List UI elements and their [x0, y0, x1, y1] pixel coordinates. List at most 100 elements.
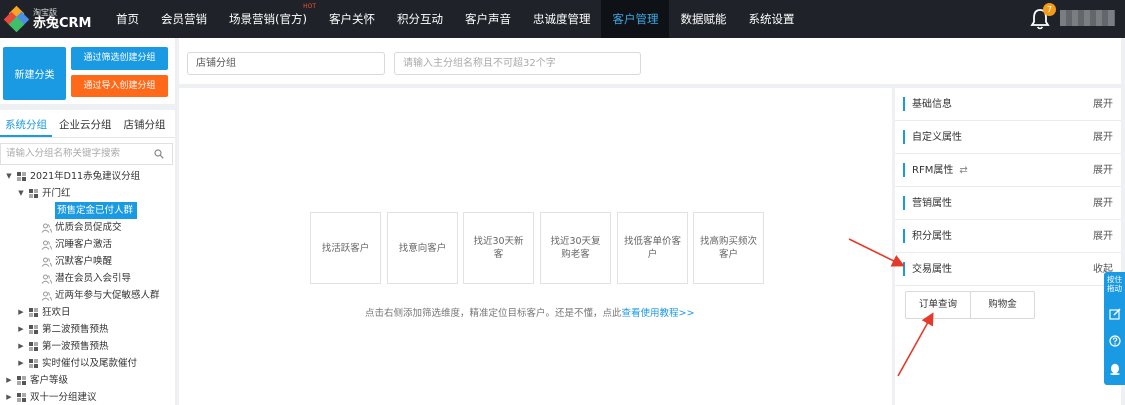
caret-right-icon[interactable]: ▶ — [16, 321, 26, 338]
folder-group-icon — [17, 171, 27, 182]
group-name-input[interactable]: 请输入主分组名称且不可超32个字 — [394, 52, 641, 75]
quick-filter-card[interactable]: 找近30天复购老客 — [540, 212, 611, 284]
caret-right-icon[interactable]: ▶ — [16, 355, 26, 372]
tree-node[interactable]: 近两年参与大促敏感人群 — [0, 287, 175, 304]
expand-toggle[interactable]: 展开 — [1093, 88, 1113, 121]
tab-enterprise-cloud-groups[interactable]: 企业云分组 — [54, 114, 117, 137]
tree-node[interactable]: ▼ 开门红 — [0, 185, 175, 202]
qq-chat-icon[interactable] — [1109, 363, 1121, 375]
nav-item-settings[interactable]: 系统设置 — [737, 0, 805, 38]
order-query-button[interactable]: 订单查询 — [905, 291, 971, 319]
help-icon[interactable] — [1109, 335, 1121, 347]
nav-item-data-empower[interactable]: 数据赋能 — [669, 0, 737, 38]
tree-node[interactable]: 优质会员促成交 — [0, 219, 175, 236]
tree-node-label: 近两年参与大促敏感人群 — [55, 290, 160, 301]
user-group-icon — [41, 206, 52, 216]
quick-filter-card[interactable]: 找高购买频次客户 — [693, 212, 764, 284]
quick-filter-card[interactable]: 找近30天新客 — [463, 212, 534, 284]
tree-node-label: 双十一分组建议 — [30, 392, 97, 403]
section-label: 积分属性 — [912, 231, 952, 242]
usage-hint: 点击右侧添加筛选维度，精准定位目标客户。还是不懂，点此查看使用教程>> — [365, 305, 694, 319]
tutorial-link[interactable]: 查看使用教程>> — [622, 308, 695, 319]
edit-icon[interactable] — [1109, 308, 1121, 320]
user-name-blurred[interactable] — [1060, 10, 1115, 26]
swap-icon[interactable]: ⇄ — [959, 165, 967, 176]
section-transaction-attributes[interactable]: 交易属性 收起 — [895, 253, 1121, 286]
caret-right-icon[interactable]: ▶ — [16, 338, 26, 355]
nav-item-customer-management[interactable]: 客户管理 — [601, 0, 670, 38]
tree-node-label: 优质会员促成交 — [55, 222, 122, 233]
folder-group-icon — [17, 375, 27, 386]
tree-node-label: 第一波预售预热 — [42, 341, 109, 352]
tree-node[interactable]: ▶ 第二波预售预热 — [0, 321, 175, 338]
tree-node[interactable]: ▶ 狂欢日 — [0, 304, 175, 321]
nav-item-label: 场景营销(官方) — [229, 12, 307, 26]
tree-node[interactable]: 潜在会员入会引导 — [0, 270, 175, 287]
drag-hint: 按住拖动 — [1107, 275, 1122, 293]
tab-system-groups[interactable]: 系统分组 — [0, 114, 52, 137]
search-icon[interactable] — [154, 149, 164, 159]
tree-node[interactable]: 预售定金已付人群 — [0, 202, 175, 219]
section-custom-attributes[interactable]: 自定义属性 展开 — [895, 121, 1121, 154]
group-type-select[interactable]: 店铺分组 — [187, 52, 385, 75]
filter-create-group-button[interactable]: 通过筛选创建分组 — [71, 47, 168, 70]
caret-right-icon[interactable]: ▶ — [4, 389, 14, 405]
tab-store-groups[interactable]: 店铺分组 — [119, 114, 171, 137]
import-create-group-button[interactable]: 通过导入创建分组 — [71, 75, 168, 97]
nav-item-points[interactable]: 积分互动 — [386, 0, 454, 38]
shopping-gold-button[interactable]: 购物金 — [970, 291, 1035, 319]
caret-right-icon[interactable]: ▶ — [4, 372, 14, 389]
tree-node-label: 开门红 — [42, 188, 71, 199]
expand-toggle[interactable]: 展开 — [1093, 220, 1113, 253]
section-marker — [903, 229, 905, 243]
quick-filter-card[interactable]: 找低客单价客户 — [617, 212, 688, 284]
section-points-attributes[interactable]: 积分属性 展开 — [895, 220, 1121, 253]
logo[interactable]: 淘宝版 赤兔CRM — [0, 0, 105, 38]
tree-node[interactable]: ▶ 双十一分组建议 — [0, 389, 175, 405]
section-rfm-attributes[interactable]: RFM属性 ⇄ 展开 — [895, 154, 1121, 187]
expand-toggle[interactable]: 展开 — [1093, 154, 1113, 187]
section-marker — [903, 97, 905, 111]
tree-node[interactable]: 沉默客户唤醒 — [0, 253, 175, 270]
tree-node[interactable]: 沉睡客户激活 — [0, 236, 175, 253]
left-panel: 新建分类 通过筛选创建分组 通过导入创建分组 系统分组 企业云分组 店铺分组 请… — [0, 38, 175, 405]
group-toolbar: 店铺分组 请输入主分组名称且不可超32个字 — [179, 38, 1121, 84]
nav-item-home[interactable]: 首页 — [105, 0, 150, 38]
caret-down-icon[interactable]: ▼ — [4, 168, 14, 185]
folder-group-icon — [29, 341, 39, 352]
nav-item-customer-care[interactable]: 客户关怀 — [318, 0, 386, 38]
tree-node[interactable]: ▶ 客户等级 — [0, 372, 175, 389]
quick-filter-card[interactable]: 找意向客户 — [387, 212, 458, 284]
tree-node[interactable]: ▼ 2021年D11赤兔建议分组 — [0, 168, 175, 185]
section-marketing-attributes[interactable]: 营销属性 展开 — [895, 187, 1121, 220]
nav-item-loyalty[interactable]: 忠诚度管理 — [522, 0, 602, 38]
tree-node[interactable]: ▶ 第一波预售预热 — [0, 338, 175, 355]
caret-down-icon[interactable]: ▼ — [16, 185, 26, 202]
tree-node-label: 第二波预售预热 — [42, 324, 109, 335]
user-group-icon — [41, 274, 52, 284]
section-label: 自定义属性 — [912, 132, 962, 143]
section-basic-info[interactable]: 基础信息 展开 — [895, 88, 1121, 121]
quick-filter-card[interactable]: 找活跃客户 — [310, 212, 381, 284]
tree-node-label: 沉睡客户激活 — [55, 239, 113, 250]
group-search-input[interactable]: 请输入分组名称关键字搜索 — [0, 143, 173, 165]
hot-badge: HOT — [303, 3, 316, 10]
section-marker — [903, 130, 905, 144]
nav-item-member-marketing[interactable]: 会员营销 — [150, 0, 218, 38]
new-category-button[interactable]: 新建分类 — [3, 47, 66, 100]
expand-toggle[interactable]: 展开 — [1093, 121, 1113, 154]
search-placeholder: 请输入分组名称关键字搜索 — [6, 148, 121, 159]
nav-item-scene-marketing[interactable]: 场景营销(官方) HOT — [218, 0, 318, 38]
hint-text: 点击右侧添加筛选维度，精准定位目标客户。还是不懂，点此 — [365, 308, 622, 319]
expand-toggle[interactable]: 展开 — [1093, 187, 1113, 220]
caret-right-icon[interactable]: ▶ — [16, 304, 26, 321]
floating-toolbar[interactable]: 按住拖动 — [1104, 272, 1125, 385]
folder-group-icon — [29, 324, 39, 335]
top-nav: 淘宝版 赤兔CRM 首页 会员营销 场景营销(官方) HOT 客户关怀 积分互动 … — [0, 0, 1125, 38]
nav-item-customer-voice[interactable]: 客户声音 — [454, 0, 522, 38]
filter-canvas: 找活跃客户 找意向客户 找近30天新客 找近30天复购老客 找低客单价客户 找高… — [179, 88, 892, 405]
tree-node[interactable]: ▶ 实时催付以及尾款催付 — [0, 355, 175, 372]
